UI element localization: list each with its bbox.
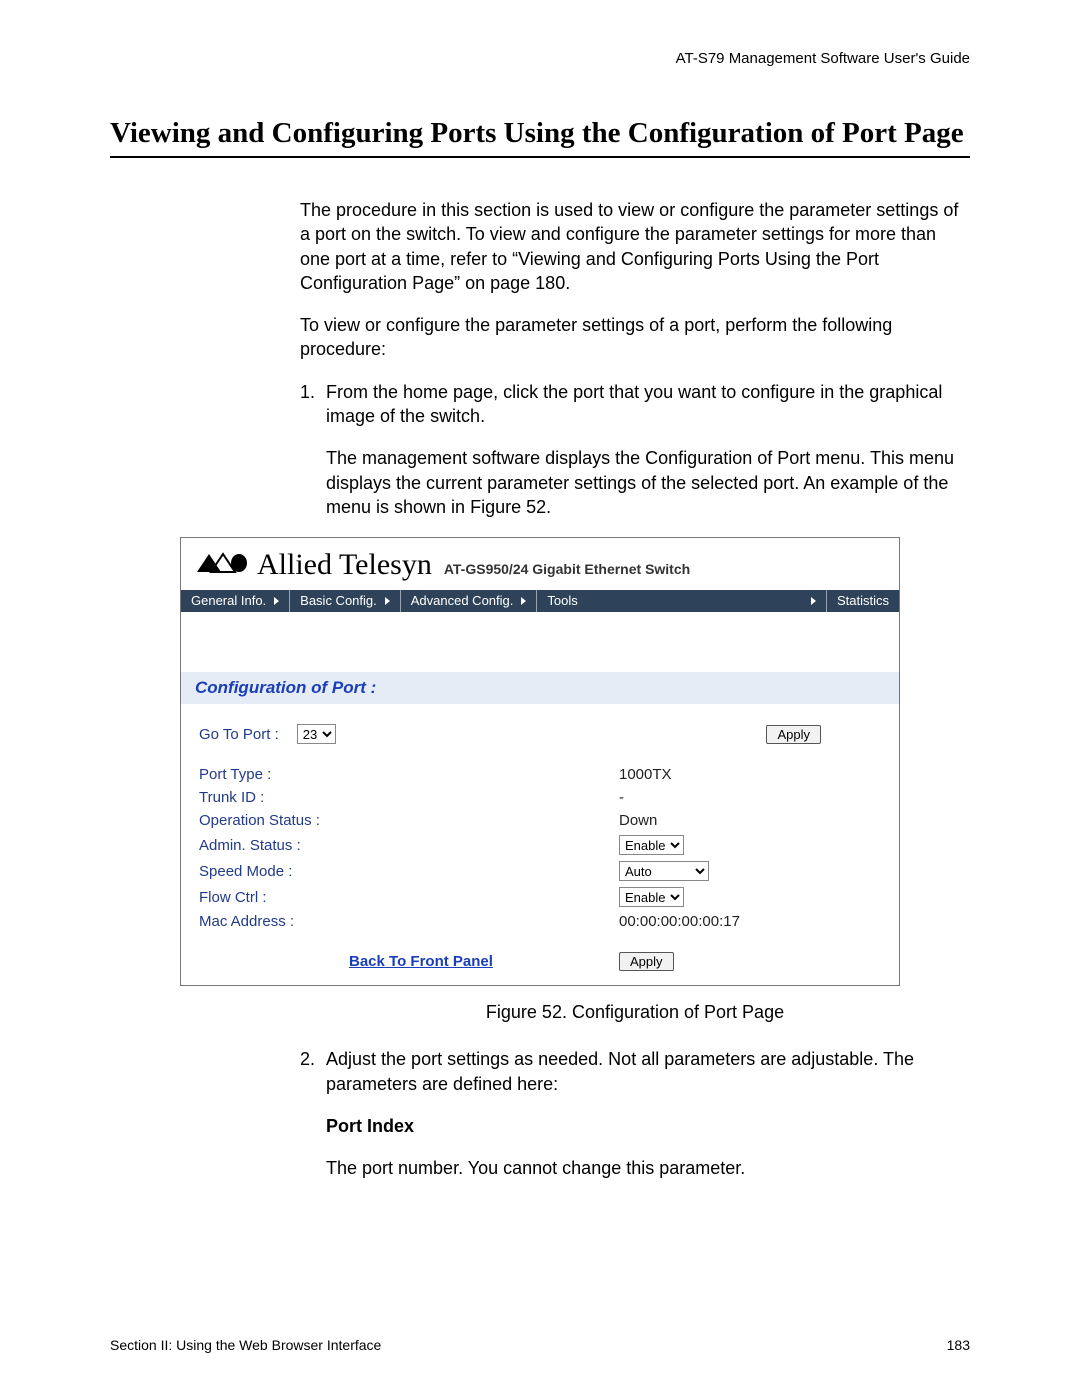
goto-port-select[interactable]: 23 — [297, 724, 336, 744]
menu-general-info[interactable]: General Info. — [181, 590, 290, 612]
step-2: 2. Adjust the port settings as needed. N… — [300, 1047, 970, 1180]
step-2-text: Adjust the port settings as needed. Not … — [326, 1049, 914, 1093]
speed-mode-label: Speed Mode : — [199, 863, 619, 880]
flow-ctrl-select[interactable]: Enable — [619, 887, 684, 907]
mac-address-label: Mac Address : — [199, 913, 619, 930]
mac-address-row: Mac Address : 00:00:00:00:00:17 — [199, 913, 881, 930]
goto-port-label: Go To Port : — [199, 726, 279, 743]
step-number: 2. — [300, 1047, 315, 1071]
step-1-subtext: The management software displays the Con… — [326, 446, 970, 519]
menu-basic-config[interactable]: Basic Config. — [290, 590, 401, 612]
operation-status-label: Operation Status : — [199, 812, 619, 829]
menu-label: Statistics — [837, 590, 889, 612]
chevron-right-icon — [811, 597, 816, 605]
intro-paragraph-1: The procedure in this section is used to… — [300, 198, 970, 295]
menu-label: General Info. — [191, 590, 266, 612]
chevron-right-icon — [385, 597, 390, 605]
operation-status-row: Operation Status : Down — [199, 812, 881, 829]
chevron-right-icon — [274, 597, 279, 605]
footer-page-number: 183 — [947, 1337, 970, 1353]
config-port-screenshot: Allied Telesyn AT-GS950/24 Gigabit Ether… — [180, 537, 900, 986]
intro-paragraph-2: To view or configure the parameter setti… — [300, 313, 970, 362]
port-type-value: 1000TX — [619, 766, 881, 783]
back-to-front-panel-link[interactable]: Back To Front Panel — [349, 953, 493, 970]
speed-mode-select[interactable]: Auto — [619, 861, 709, 881]
panel-title: Configuration of Port : — [181, 672, 899, 704]
menu-bar: General Info. Basic Config. Advanced Con… — [181, 590, 899, 612]
allied-telesyn-logo-icon — [195, 552, 249, 574]
brand-header: Allied Telesyn AT-GS950/24 Gigabit Ether… — [181, 538, 899, 590]
port-type-label: Port Type : — [199, 766, 619, 783]
mac-address-value: 00:00:00:00:00:17 — [619, 913, 881, 930]
menu-tools[interactable]: Tools — [537, 590, 827, 612]
admin-status-label: Admin. Status : — [199, 837, 619, 854]
admin-status-row: Admin. Status : Enable — [199, 835, 881, 855]
body-content: The procedure in this section is used to… — [300, 198, 970, 519]
brand-name: Allied Telesyn — [257, 548, 432, 582]
document-header: AT-S79 Management Software User's Guide — [110, 50, 970, 67]
menu-label: Basic Config. — [300, 590, 377, 612]
panel-body: Go To Port : 23 Apply Port Type : 1000TX… — [181, 704, 899, 985]
step-number: 1. — [300, 380, 315, 404]
param-port-index-text: The port number. You cannot change this … — [326, 1156, 970, 1180]
apply-button-top[interactable]: Apply — [766, 725, 821, 744]
trunk-id-row: Trunk ID : - — [199, 789, 881, 806]
param-port-index-heading: Port Index — [326, 1114, 970, 1138]
goto-port-row: Go To Port : 23 Apply — [199, 724, 881, 744]
bottom-row: Back To Front Panel Apply — [199, 952, 881, 971]
trunk-id-label: Trunk ID : — [199, 789, 619, 806]
flow-ctrl-label: Flow Ctrl : — [199, 889, 619, 906]
admin-status-select[interactable]: Enable — [619, 835, 684, 855]
menu-label: Tools — [547, 590, 577, 612]
flow-ctrl-row: Flow Ctrl : Enable — [199, 887, 881, 907]
body-content-2: 2. Adjust the port settings as needed. N… — [300, 1047, 970, 1180]
step-1-text: From the home page, click the port that … — [326, 382, 942, 426]
port-type-row: Port Type : 1000TX — [199, 766, 881, 783]
speed-mode-row: Speed Mode : Auto — [199, 861, 881, 881]
figure-caption: Figure 52. Configuration of Port Page — [300, 1002, 970, 1023]
apply-button-bottom[interactable]: Apply — [619, 952, 674, 971]
menu-advanced-config[interactable]: Advanced Config. — [401, 590, 538, 612]
operation-status-value: Down — [619, 812, 881, 829]
brand-subtitle: AT-GS950/24 Gigabit Ethernet Switch — [444, 561, 690, 577]
step-1: 1. From the home page, click the port th… — [300, 380, 970, 519]
page-footer: Section II: Using the Web Browser Interf… — [110, 1337, 970, 1353]
page-title: Viewing and Configuring Ports Using the … — [110, 117, 970, 158]
figure-52: Allied Telesyn AT-GS950/24 Gigabit Ether… — [180, 537, 900, 986]
trunk-id-value: - — [619, 789, 881, 806]
chevron-right-icon — [521, 597, 526, 605]
menu-statistics[interactable]: Statistics — [827, 590, 899, 612]
menu-label: Advanced Config. — [411, 590, 514, 612]
footer-section: Section II: Using the Web Browser Interf… — [110, 1337, 381, 1353]
